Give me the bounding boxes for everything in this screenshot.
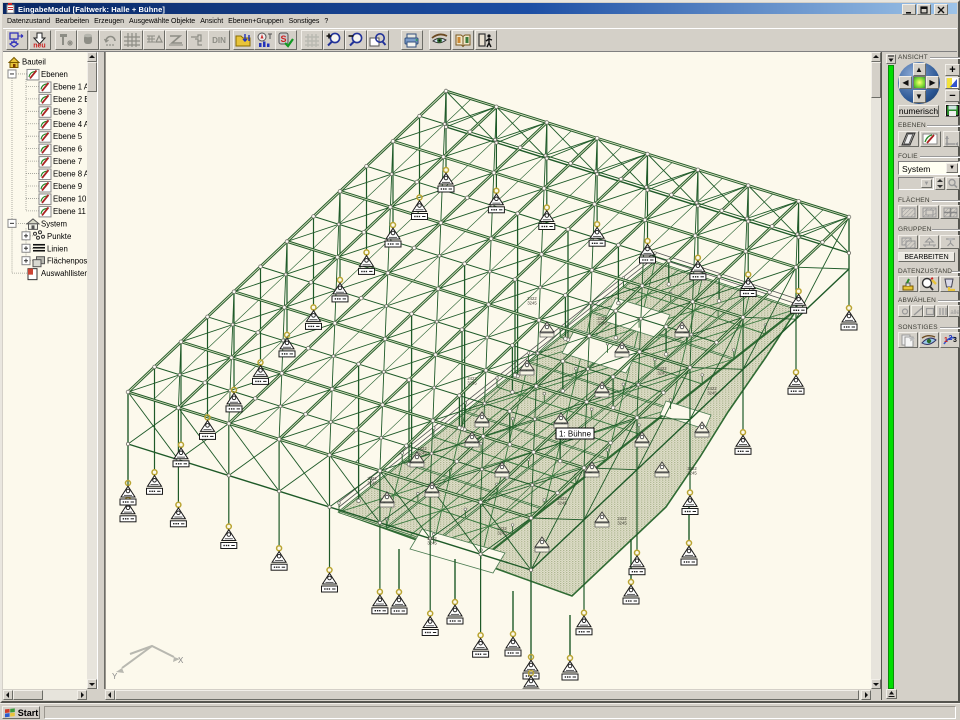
svg-text:DIN: DIN: [212, 36, 226, 45]
svg-text:alle: alle: [951, 310, 960, 316]
svg-text:3: 3: [953, 337, 957, 344]
svg-text:Ebene 2 B: Ebene 2 B: [53, 95, 87, 104]
svg-text:Ebene 4 A: Ebene 4 A: [53, 120, 87, 129]
svg-text:X: X: [178, 656, 184, 665]
svg-text:Ebene 3: Ebene 3: [53, 107, 82, 116]
svg-text:3245: 3245: [367, 480, 377, 485]
svg-text:Ebene 7: Ebene 7: [53, 157, 82, 166]
svg-text:Ebene 5: Ebene 5: [53, 132, 83, 141]
svg-text:Linien: Linien: [47, 244, 68, 253]
svg-text:Ebene 11: Ebene 11: [53, 207, 86, 216]
svg-text:1: Bühne: 1: Bühne: [559, 430, 592, 439]
svg-text:Punkte: Punkte: [47, 232, 71, 241]
svg-text:2: 2: [949, 335, 953, 342]
svg-text:3245: 3245: [527, 300, 537, 305]
svg-text:Bauteil: Bauteil: [22, 58, 46, 67]
svg-text:3245: 3245: [687, 470, 697, 475]
svg-text:Ebene 8 A: Ebene 8 A: [53, 170, 87, 179]
svg-text:3245: 3245: [467, 380, 477, 385]
svg-text:3245: 3245: [657, 370, 667, 375]
svg-text:3245: 3245: [617, 520, 627, 525]
svg-text:System: System: [41, 219, 67, 228]
svg-text:neu: neu: [33, 43, 45, 49]
svg-text:3245: 3245: [417, 450, 427, 455]
svg-text:3245: 3245: [707, 390, 717, 395]
svg-text:Ebenen: Ebenen: [41, 70, 68, 79]
svg-text:1: 1: [944, 337, 948, 344]
svg-text:Flächenpos: Flächenpos: [47, 257, 87, 266]
svg-text:Ebene 9: Ebene 9: [53, 182, 82, 191]
svg-text:Y: Y: [112, 672, 118, 681]
svg-text:3245: 3245: [597, 320, 607, 325]
svg-text:Ebene 6: Ebene 6: [53, 145, 82, 154]
svg-text:Auswahllisten: Auswahllisten: [41, 269, 87, 278]
svg-text:3245: 3245: [427, 540, 437, 545]
svg-text:3245: 3245: [557, 500, 567, 505]
svg-text:3245: 3245: [497, 530, 507, 535]
svg-text:Ebene 10: Ebene 10: [53, 194, 87, 203]
svg-text:Ebene 1 A: Ebene 1 A: [53, 82, 87, 91]
